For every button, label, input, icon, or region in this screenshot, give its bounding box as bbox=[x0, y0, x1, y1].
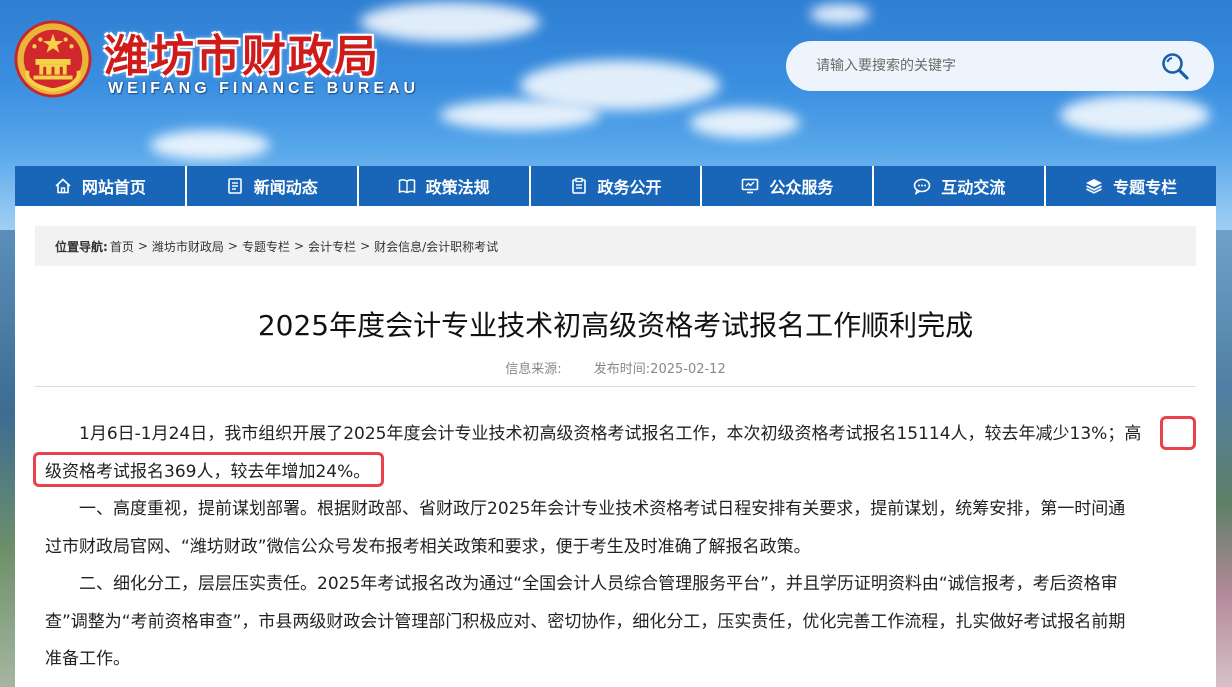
article-paragraph-3: 二、细化分工，层层压实责任。2025年考试报名改为通过“全国会计人员综合管理服务… bbox=[45, 566, 1186, 679]
search-icon[interactable] bbox=[1160, 51, 1190, 81]
breadcrumb-link-accounting[interactable]: 会计专栏 bbox=[308, 238, 356, 255]
nav-item-label: 专题专栏 bbox=[1113, 178, 1178, 197]
site-header: 潍坊市财政局 WEIFANG FINANCE BUREAU bbox=[0, 0, 1232, 166]
layers-icon bbox=[1086, 179, 1103, 194]
breadcrumb-link-bureau[interactable]: 潍坊市财政局 bbox=[152, 238, 224, 255]
highlighted-text: 高 bbox=[1124, 424, 1142, 444]
paragraph-line: 一、高度重视，提前谋划部署。根据财政部、省财政厅2025年会计专业技术资格考试日… bbox=[79, 499, 1126, 519]
article-meta: 信息来源: 发布时间:2025-02-12 bbox=[15, 358, 1216, 377]
nav-item-interaction[interactable]: 互动交流 bbox=[874, 166, 1047, 206]
highlighted-text: 级资格考试报名369人，较去年增加24%。 bbox=[45, 461, 371, 482]
title-divider bbox=[35, 386, 1196, 387]
book-icon bbox=[398, 179, 415, 194]
nav-item-policy[interactable]: 政策法规 bbox=[359, 166, 531, 206]
article-title: 2025年度会计专业技术初高级资格考试报名工作顺利完成 bbox=[257, 309, 974, 342]
article-paragraph-2: 一、高度重视，提前谋划部署。根据财政部、省财政厅2025年会计专业技术资格考试日… bbox=[45, 491, 1186, 566]
paragraph-line: 过市财政局官网、“潍坊财政”微信公众号发布报考相关政策和要求，便于考生及时准确了… bbox=[45, 536, 811, 557]
article-paragraph-1: 1月6日-1月24日，我市组织开展了2025年度会计专业技术初高级资格考试报名工… bbox=[45, 416, 1186, 491]
monitor-icon bbox=[742, 178, 759, 194]
breadcrumb: 位置导航: 首页 > 潍坊市财政局 > 专题专栏 > 会计专栏 > 财会信息/会… bbox=[35, 226, 1196, 266]
search-box bbox=[786, 41, 1214, 91]
content-panel: 位置导航: 首页 > 潍坊市财政局 > 专题专栏 > 会计专栏 > 财会信息/会… bbox=[15, 206, 1216, 687]
nav-item-topics[interactable]: 专题专栏 bbox=[1046, 166, 1216, 206]
site-subtitle: WEIFANG FINANCE BUREAU bbox=[108, 80, 420, 97]
nav-item-label: 网站首页 bbox=[81, 178, 146, 197]
search-input[interactable] bbox=[816, 58, 1136, 74]
nav-item-label: 政务公开 bbox=[597, 178, 662, 197]
article-date-label: 发布时间: bbox=[593, 362, 651, 377]
document-icon bbox=[227, 178, 242, 194]
article-date: 发布时间:2025-02-12 bbox=[594, 362, 726, 377]
home-icon bbox=[55, 178, 71, 194]
breadcrumb-link-exam[interactable]: 财会信息/会计职称考试 bbox=[374, 238, 498, 255]
city-skyline-left bbox=[0, 230, 16, 687]
main-nav: 网站首页 新闻动态 政策法规 政务公开 公众服务 互动交流 专题专栏 bbox=[15, 166, 1216, 206]
breadcrumb-link-topics[interactable]: 专题专栏 bbox=[242, 238, 290, 255]
nav-item-services[interactable]: 公众服务 bbox=[702, 166, 875, 206]
breadcrumb-separator: > bbox=[293, 239, 305, 253]
nav-item-label: 政策法规 bbox=[425, 178, 490, 197]
paragraph-line: 二、细化分工，层层压实责任。2025年考试报名改为通过“全国会计人员综合管理服务… bbox=[79, 574, 1118, 594]
chat-icon bbox=[913, 178, 931, 195]
paragraph-line: 查”调整为“考前资格审查”，市县两级财政会计管理部门积极应对、密切协作，细化分工… bbox=[45, 611, 1126, 632]
nav-item-affairs[interactable]: 政务公开 bbox=[531, 166, 703, 206]
paragraph-text: 1月6日-1月24日，我市组织开展了2025年度会计专业技术初高级资格考试报名工… bbox=[79, 424, 1125, 444]
article-date-value: 2025-02-12 bbox=[650, 362, 726, 377]
national-emblem-logo[interactable] bbox=[14, 20, 92, 98]
breadcrumb-separator: > bbox=[227, 239, 238, 253]
site-title: 潍坊市财政局 bbox=[104, 31, 380, 82]
paragraph-line: 准备工作。 bbox=[45, 649, 130, 669]
article-body: 1月6日-1月24日，我市组织开展了2025年度会计专业技术初高级资格考试报名工… bbox=[45, 416, 1186, 679]
nav-item-home[interactable]: 网站首页 bbox=[15, 166, 187, 206]
nav-item-label: 公众服务 bbox=[769, 178, 834, 197]
nav-item-label: 新闻动态 bbox=[253, 178, 318, 197]
article-source: 信息来源: bbox=[505, 362, 562, 377]
breadcrumb-separator: > bbox=[137, 239, 148, 253]
nav-item-news[interactable]: 新闻动态 bbox=[187, 166, 359, 206]
nav-item-label: 互动交流 bbox=[941, 178, 1006, 197]
breadcrumb-link-home[interactable]: 首页 bbox=[110, 238, 134, 255]
clipboard-icon bbox=[571, 177, 586, 194]
breadcrumb-label: 位置导航: bbox=[55, 239, 108, 254]
breadcrumb-separator: > bbox=[360, 239, 371, 253]
